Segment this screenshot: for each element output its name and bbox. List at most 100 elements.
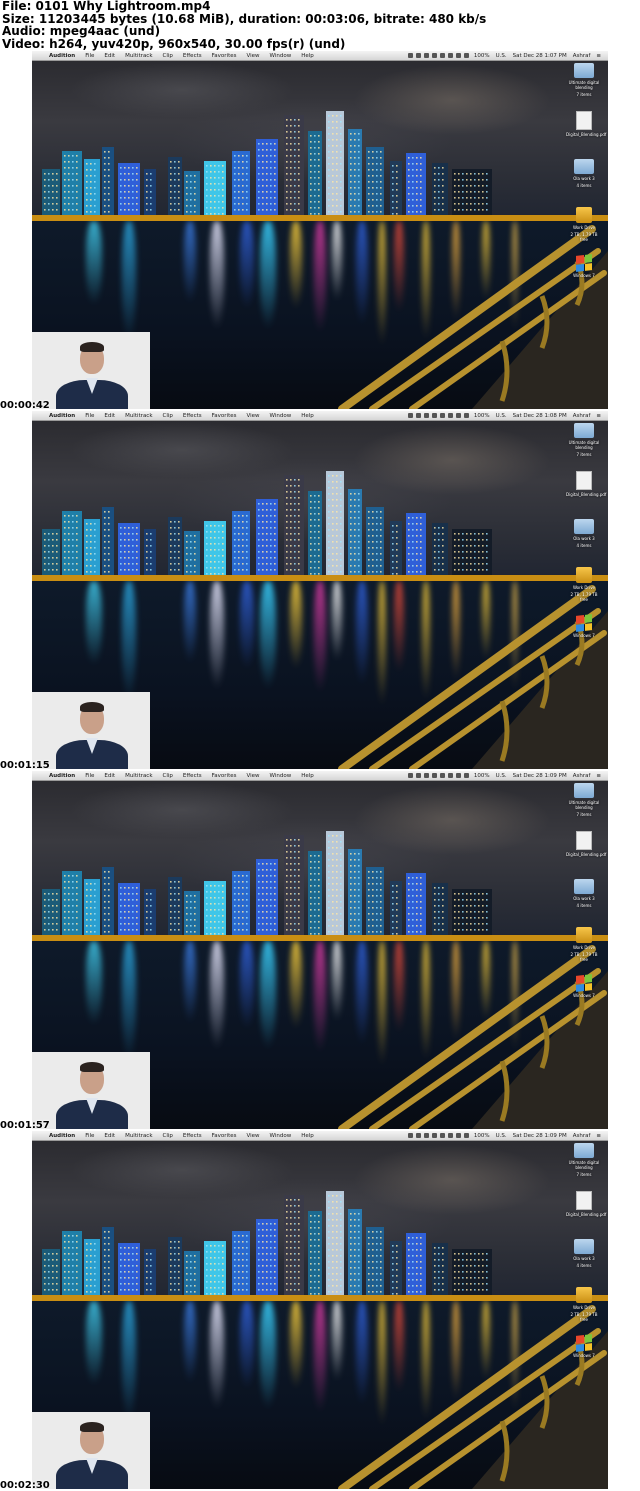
menu-multitrack[interactable]: Multitrack (120, 53, 157, 59)
menu-window[interactable]: Window (265, 413, 297, 419)
status-icon-4[interactable] (432, 773, 438, 778)
menu-multitrack[interactable]: Multitrack (120, 413, 157, 419)
menu-clock[interactable]: Sat Dec 28 1:08 PM (510, 413, 570, 419)
desktop-item[interactable]: Windows 7 (566, 974, 602, 1023)
volume-icon[interactable] (464, 1133, 470, 1138)
wifi-icon[interactable] (456, 53, 462, 58)
menu-edit[interactable]: Edit (99, 1133, 120, 1139)
user-name[interactable]: Ashraf (570, 1133, 594, 1139)
menu-edit[interactable]: Edit (99, 53, 120, 59)
menu-favorites[interactable]: Favorites (207, 413, 242, 419)
menu-clock[interactable]: Sat Dec 28 1:07 PM (510, 53, 570, 59)
desktop-item[interactable]: Ola work 3 4 items (566, 879, 602, 927)
menu-file[interactable]: File (80, 1133, 99, 1139)
bluetooth-icon[interactable] (448, 413, 454, 418)
menu-audition[interactable]: Audition (44, 1133, 80, 1139)
menu-clip[interactable]: Clip (158, 413, 178, 419)
menu-view[interactable]: View (241, 1133, 264, 1139)
status-icon-5[interactable] (440, 1133, 446, 1138)
status-icon-3[interactable] (424, 413, 430, 418)
desktop-item[interactable]: Ultimate digital blending 7 items (566, 423, 602, 471)
status-icon-5[interactable] (440, 53, 446, 58)
menu-edit[interactable]: Edit (99, 773, 120, 779)
status-icon-2[interactable] (416, 773, 422, 778)
menu-file[interactable]: File (80, 773, 99, 779)
input-source-flag[interactable]: U.S. (493, 413, 510, 419)
status-icon-4[interactable] (432, 413, 438, 418)
menu-multitrack[interactable]: Multitrack (120, 1133, 157, 1139)
desktop-item[interactable]: Work Drive 2 TB, 1.79 TB free (566, 927, 602, 975)
menu-file[interactable]: File (80, 413, 99, 419)
menu-favorites[interactable]: Favorites (207, 773, 242, 779)
bluetooth-icon[interactable] (448, 1133, 454, 1138)
battery-percent[interactable]: 100% (471, 1133, 493, 1139)
desktop-item[interactable]: Ultimate digital blending 7 items (566, 63, 602, 111)
input-source-flag[interactable]: U.S. (493, 53, 510, 59)
bluetooth-icon[interactable] (448, 53, 454, 58)
desktop-item[interactable]: Work Drive 2 TB, 1.79 TB free (566, 207, 602, 255)
status-icon-1[interactable] (408, 53, 414, 58)
desktop-item[interactable]: Digital_Blending.pdf (566, 111, 606, 159)
notification-list-icon[interactable]: ≡ (593, 53, 604, 59)
user-name[interactable]: Ashraf (570, 53, 594, 59)
menu-favorites[interactable]: Favorites (207, 1133, 242, 1139)
status-icon-5[interactable] (440, 413, 446, 418)
menu-view[interactable]: View (241, 53, 264, 59)
menu-window[interactable]: Window (265, 1133, 297, 1139)
notification-list-icon[interactable]: ≡ (593, 773, 604, 779)
notification-list-icon[interactable]: ≡ (593, 413, 604, 419)
desktop-item[interactable]: Digital_Blending.pdf (566, 1191, 606, 1239)
status-icon-1[interactable] (408, 1133, 414, 1138)
input-source-flag[interactable]: U.S. (493, 1133, 510, 1139)
status-icon-2[interactable] (416, 413, 422, 418)
menu-help[interactable]: Help (296, 413, 319, 419)
menu-clip[interactable]: Clip (158, 773, 178, 779)
input-source-flag[interactable]: U.S. (493, 773, 510, 779)
menu-effects[interactable]: Effects (178, 53, 207, 59)
menu-window[interactable]: Window (265, 53, 297, 59)
desktop-item[interactable]: Windows 7 (566, 1334, 602, 1383)
battery-percent[interactable]: 100% (471, 773, 493, 779)
notification-list-icon[interactable]: ≡ (593, 1133, 604, 1139)
status-icon-2[interactable] (416, 53, 422, 58)
desktop-item[interactable]: Windows 7 (566, 254, 602, 303)
volume-icon[interactable] (464, 773, 470, 778)
desktop-item[interactable]: Ola work 3 4 items (566, 1239, 602, 1287)
menu-view[interactable]: View (241, 413, 264, 419)
desktop-item[interactable]: Digital_Blending.pdf (566, 831, 606, 879)
wifi-icon[interactable] (456, 1133, 462, 1138)
menu-audition[interactable]: Audition (44, 413, 80, 419)
status-icon-3[interactable] (424, 1133, 430, 1138)
status-icon-4[interactable] (432, 1133, 438, 1138)
volume-icon[interactable] (464, 53, 470, 58)
menu-multitrack[interactable]: Multitrack (120, 773, 157, 779)
user-name[interactable]: Ashraf (570, 773, 594, 779)
menu-favorites[interactable]: Favorites (207, 53, 242, 59)
menu-help[interactable]: Help (296, 773, 319, 779)
desktop-item[interactable]: Work Drive 2 TB, 1.79 TB free (566, 1287, 602, 1335)
status-icon-1[interactable] (408, 773, 414, 778)
menu-file[interactable]: File (80, 53, 99, 59)
menu-effects[interactable]: Effects (178, 1133, 207, 1139)
menu-audition[interactable]: Audition (44, 773, 80, 779)
desktop-item[interactable]: Digital_Blending.pdf (566, 471, 606, 519)
status-icon-1[interactable] (408, 413, 414, 418)
bluetooth-icon[interactable] (448, 773, 454, 778)
battery-percent[interactable]: 100% (471, 413, 493, 419)
menu-effects[interactable]: Effects (178, 773, 207, 779)
menu-clock[interactable]: Sat Dec 28 1:09 PM (510, 773, 570, 779)
desktop-item[interactable]: Ola work 3 4 items (566, 159, 602, 207)
user-name[interactable]: Ashraf (570, 413, 594, 419)
menu-edit[interactable]: Edit (99, 413, 120, 419)
status-icon-3[interactable] (424, 773, 430, 778)
battery-percent[interactable]: 100% (471, 53, 493, 59)
status-icon-2[interactable] (416, 1133, 422, 1138)
desktop-item[interactable]: Ultimate digital blending 7 items (566, 783, 602, 831)
menu-audition[interactable]: Audition (44, 53, 80, 59)
status-icon-5[interactable] (440, 773, 446, 778)
status-icon-3[interactable] (424, 53, 430, 58)
menu-clip[interactable]: Clip (158, 1133, 178, 1139)
menu-help[interactable]: Help (296, 53, 319, 59)
desktop-item[interactable]: Ola work 3 4 items (566, 519, 602, 567)
volume-icon[interactable] (464, 413, 470, 418)
